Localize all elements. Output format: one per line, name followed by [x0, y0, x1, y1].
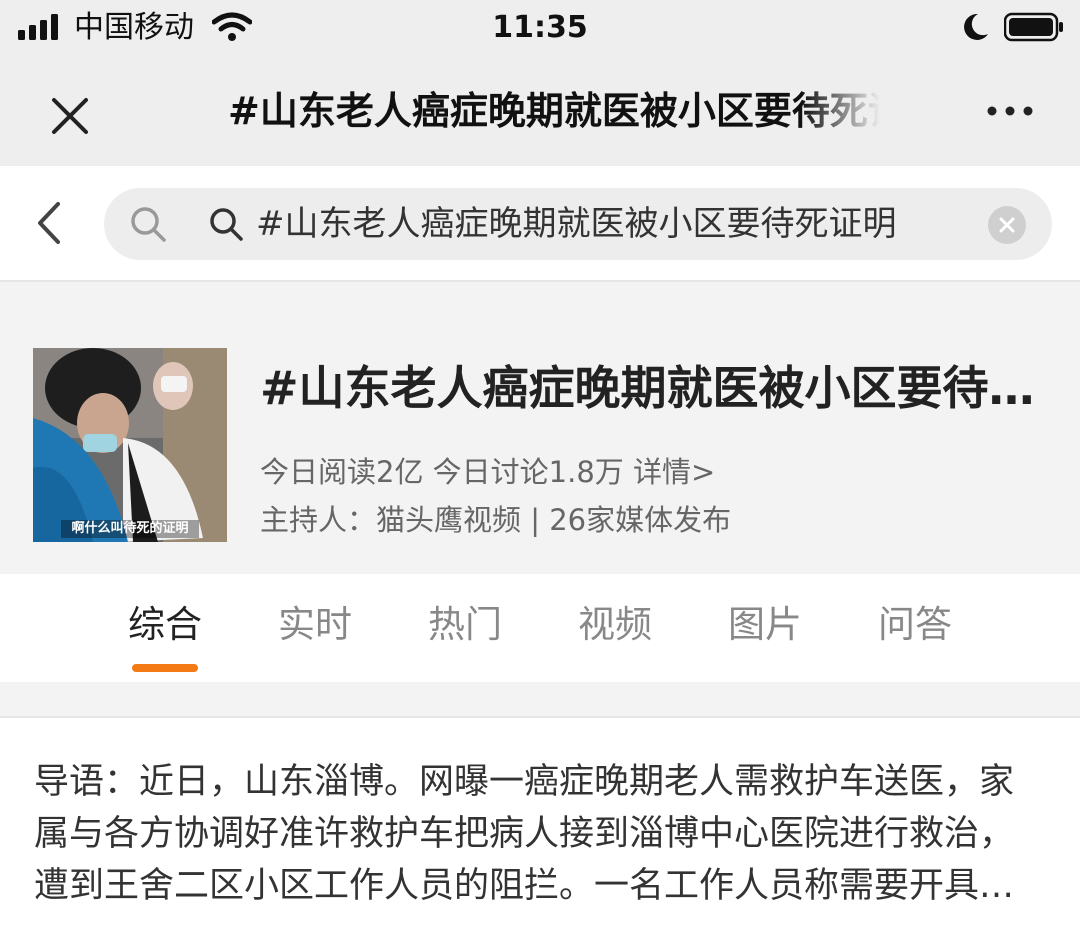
battery-icon [1004, 12, 1063, 42]
back-icon[interactable] [30, 198, 70, 248]
title-bar: #山东老人癌症晚期就医被小区要待死证明 [0, 56, 1080, 166]
search-icon [131, 207, 166, 242]
page-title: #山东老人癌症晚期就医被小区要待死证明 [228, 89, 880, 133]
tab-images[interactable]: 图片 [705, 600, 825, 650]
tab-bar: 综合 实时 热门 视频 图片 问答 [0, 574, 1080, 682]
topic-header: 啊什么叫待死的证明 #山东老人癌症晚期就医被小区要待死证明# 今日阅读2亿 今日… [0, 282, 1080, 574]
thumbnail-caption: 啊什么叫待死的证明 [71, 521, 189, 536]
status-time: 11:35 [492, 10, 588, 45]
clear-icon [999, 217, 1015, 233]
topic-stats[interactable]: 今日阅读2亿 今日讨论1.8万 详情> [260, 452, 715, 492]
search-input[interactable]: #山东老人癌症晚期就医被小区要待死证明 [104, 188, 1052, 260]
topic-intro[interactable]: 导语：近日，山东淄博。网曝一癌症晚期老人需救护车送医，家属与各方协调好准许救护车… [34, 756, 1034, 912]
tab-video[interactable]: 视频 [555, 600, 675, 650]
more-icon[interactable] [980, 96, 1040, 126]
tab-hot[interactable]: 热门 [405, 600, 525, 650]
tab-realtime[interactable]: 实时 [255, 600, 375, 650]
topic-thumbnail[interactable]: 啊什么叫待死的证明 [33, 348, 227, 542]
active-tab-indicator [132, 664, 198, 672]
search-row: #山东老人癌症晚期就医被小区要待死证明 [0, 166, 1080, 282]
topic-host: 主持人：猫头鹰视频 | 26家媒体发布 [260, 503, 732, 537]
clear-button[interactable] [988, 206, 1026, 244]
tab-comprehensive[interactable]: 综合 [105, 600, 225, 650]
moon-icon [964, 13, 988, 40]
thumbnail-image [33, 348, 227, 542]
tab-qa[interactable]: 问答 [855, 600, 975, 650]
close-icon[interactable] [40, 86, 100, 146]
section-divider [0, 682, 1080, 718]
search-query: #山东老人癌症晚期就医被小区要待死证明 [256, 204, 897, 244]
topic-title: #山东老人癌症晚期就医被小区要待死证明# [260, 361, 1050, 415]
query-search-icon [210, 208, 243, 241]
status-bar: 中国移动 11:35 [0, 0, 1080, 56]
